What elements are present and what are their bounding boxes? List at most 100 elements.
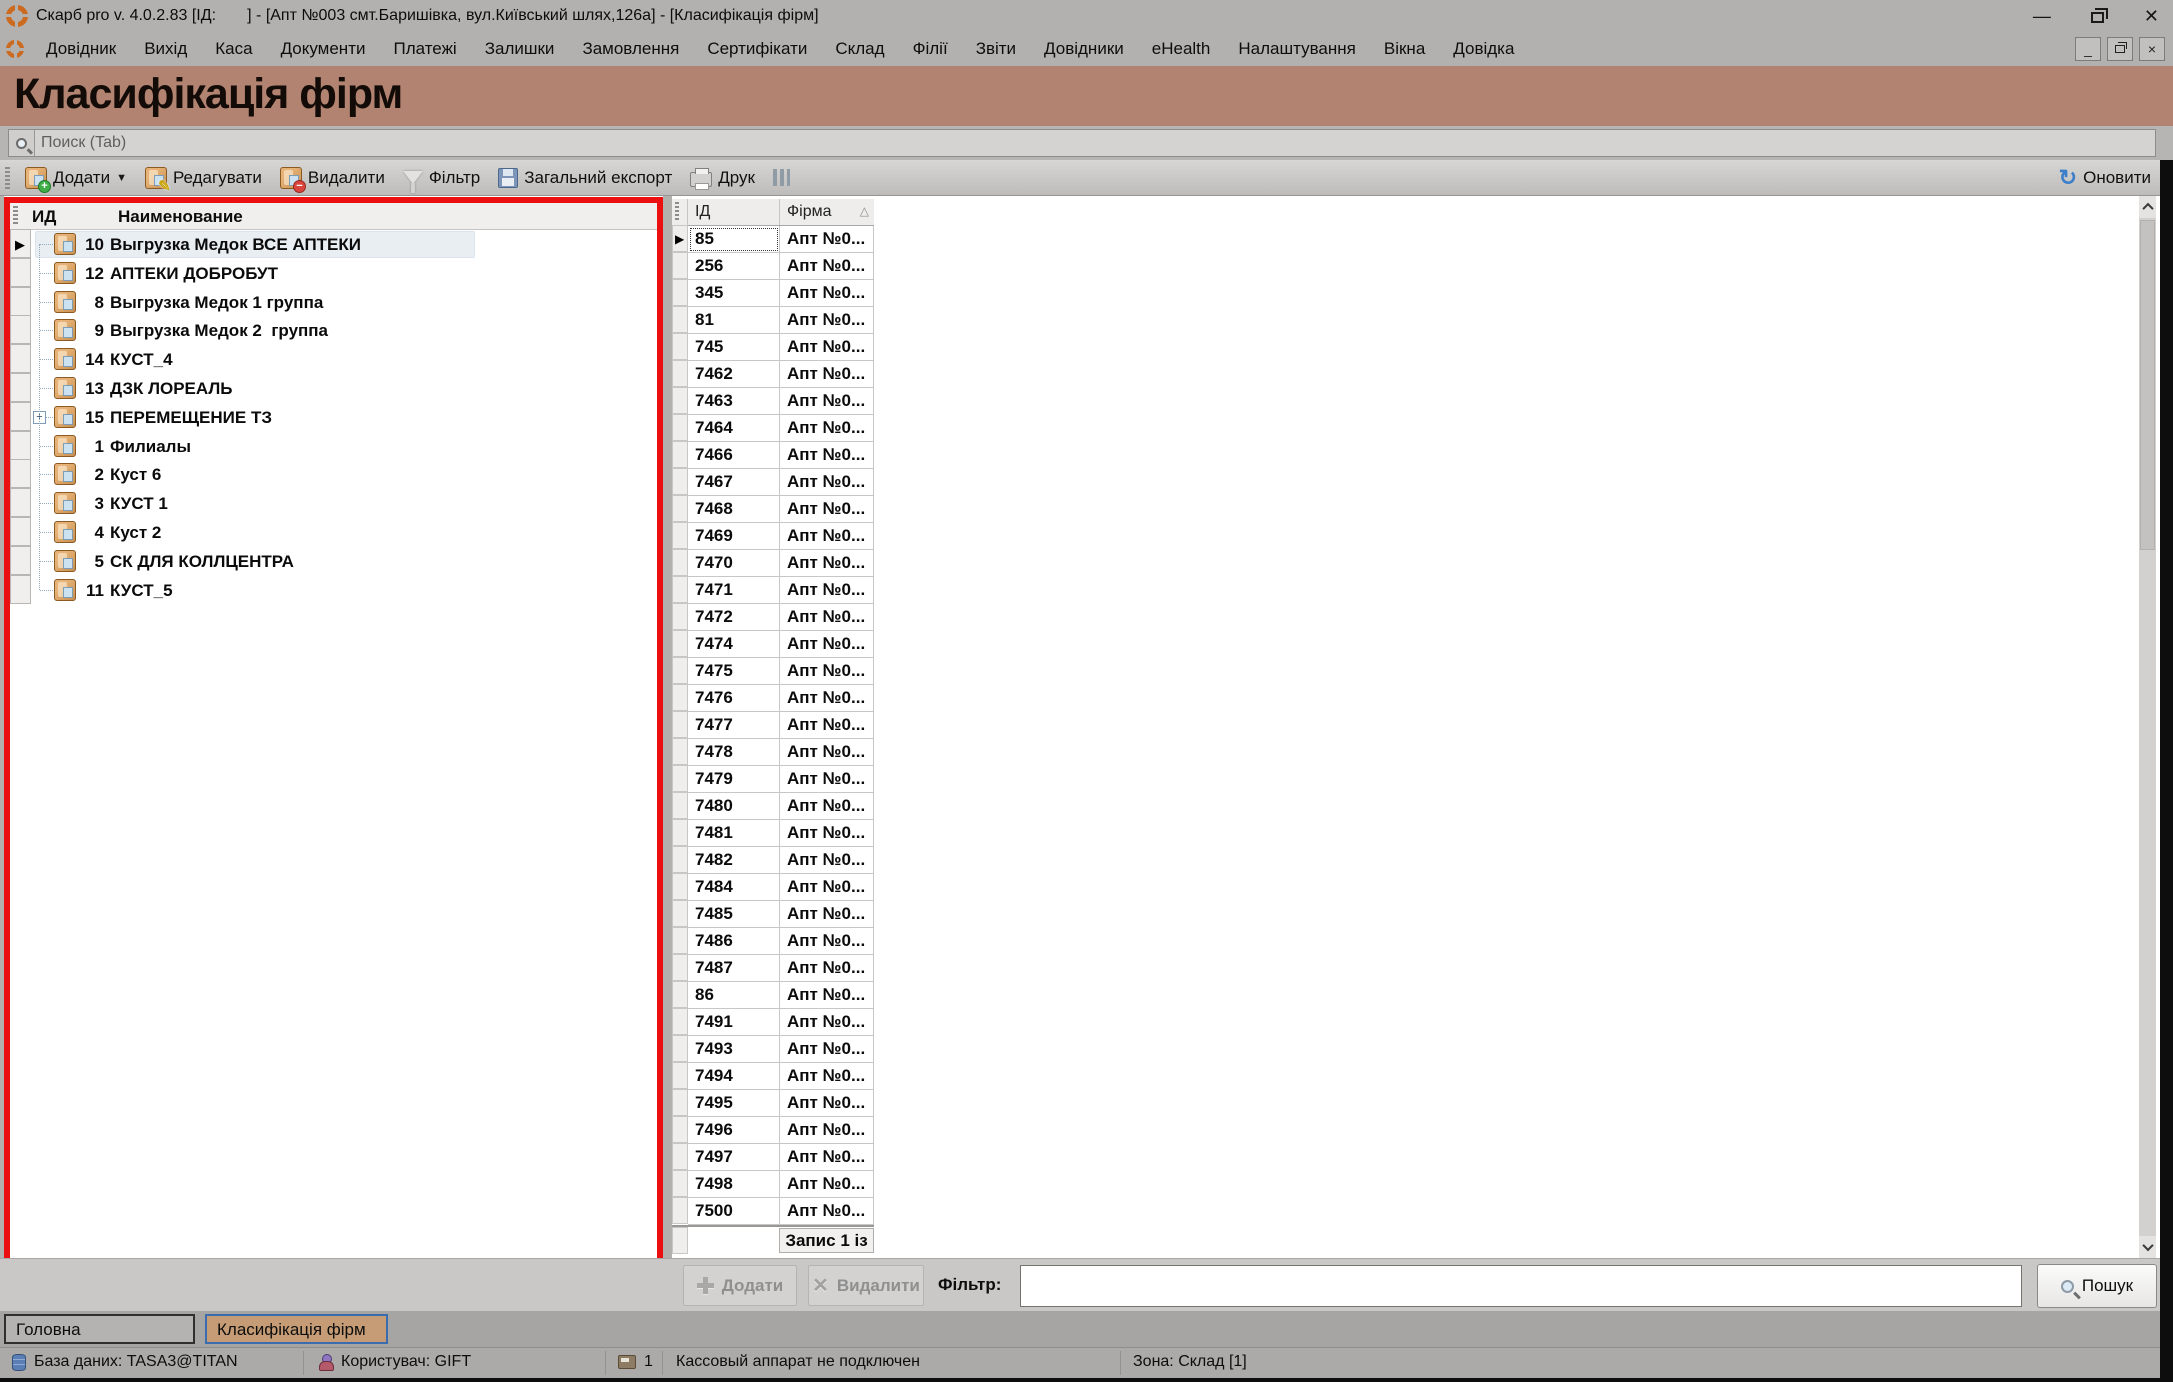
grid-cell-id[interactable]: 7462 (688, 361, 780, 388)
delete-button[interactable]: − Видалити (271, 163, 394, 193)
scroll-down-icon[interactable] (2139, 1236, 2156, 1258)
grid-row[interactable]: 7469Апт №0... (672, 523, 874, 550)
tab-active[interactable]: Класифікація фірм (205, 1314, 388, 1344)
scrollbar-thumb[interactable] (2140, 220, 2155, 550)
grid-row[interactable]: 745Апт №0... (672, 334, 874, 361)
grid-cell-id[interactable]: 7496 (688, 1117, 780, 1144)
grid-row[interactable]: 7484Апт №0... (672, 874, 874, 901)
grid-cell-firm[interactable]: Апт №0... (780, 1009, 874, 1036)
menu-item[interactable]: eHealth (1138, 39, 1225, 59)
menu-item[interactable]: Сертифікати (693, 39, 821, 59)
grid-cell-id[interactable]: 7497 (688, 1144, 780, 1171)
grid-cell-firm[interactable]: Апт №0... (780, 604, 874, 631)
minimize-icon[interactable]: — (2033, 7, 2051, 25)
grid-row[interactable]: 7500Апт №0... (672, 1198, 874, 1225)
grid-cell-id[interactable]: 7464 (688, 415, 780, 442)
grid-cell-firm[interactable]: Апт №0... (780, 280, 874, 307)
grid-cell-id[interactable]: 256 (688, 253, 780, 280)
grid-cell-firm[interactable]: Апт №0... (780, 685, 874, 712)
tree-row[interactable]: 9Выгрузка Медок 2 группа (10, 316, 657, 345)
tree-col-id[interactable]: ИД (32, 207, 56, 227)
grid-cell-firm[interactable]: Апт №0... (780, 658, 874, 685)
menu-item[interactable]: Замовлення (568, 39, 693, 59)
grid-row[interactable]: 86Апт №0... (672, 982, 874, 1009)
menu-item[interactable]: Вікна (1370, 39, 1439, 59)
grid-cell-firm[interactable]: Апт №0... (780, 1036, 874, 1063)
grid-cell-id[interactable]: 7478 (688, 739, 780, 766)
grid-cell-id[interactable]: 7472 (688, 604, 780, 631)
grid-cell-firm[interactable]: Апт №0... (780, 1090, 874, 1117)
tree-row[interactable]: 1Филиалы (10, 432, 657, 461)
grid-cell-id[interactable]: 7469 (688, 523, 780, 550)
grid-cell-firm[interactable]: Апт №0... (780, 469, 874, 496)
grid-row[interactable]: 7474Апт №0... (672, 631, 874, 658)
filter-input[interactable] (1020, 1265, 2022, 1307)
grid-cell-id[interactable]: 7491 (688, 1009, 780, 1036)
grid-cell-firm[interactable]: Апт №0... (780, 901, 874, 928)
grid-cell-firm[interactable]: Апт №0... (780, 874, 874, 901)
grid-cell-firm[interactable]: Апт №0... (780, 523, 874, 550)
tree-header-grip[interactable] (13, 206, 18, 226)
search-input[interactable] (35, 134, 2155, 152)
grid-cell-id[interactable]: 7484 (688, 874, 780, 901)
menu-item[interactable]: Налаштування (1224, 39, 1370, 59)
search-field[interactable] (8, 129, 2156, 157)
grid-row[interactable]: 256Апт №0... (672, 253, 874, 280)
grid-cell-firm[interactable]: Апт №0... (780, 739, 874, 766)
grid-cell-id[interactable]: 7477 (688, 712, 780, 739)
grid-col-id[interactable]: ІД (688, 199, 780, 225)
grid-cell-firm[interactable]: Апт №0... (780, 388, 874, 415)
menu-item[interactable]: Документи (267, 39, 380, 59)
grid-row[interactable]: 7471Апт №0... (672, 577, 874, 604)
grid-cell-id[interactable]: 7463 (688, 388, 780, 415)
grid-cell-id[interactable]: 7475 (688, 658, 780, 685)
grid-row[interactable]: 7475Апт №0... (672, 658, 874, 685)
grid-cell-id[interactable]: 7486 (688, 928, 780, 955)
tree-row[interactable]: 2Куст 6 (10, 460, 657, 489)
grid-cell-firm[interactable]: Апт №0... (780, 982, 874, 1009)
menu-item[interactable]: Склад (821, 39, 898, 59)
grid-row[interactable]: 7482Апт №0... (672, 847, 874, 874)
grid-row[interactable]: 7472Апт №0... (672, 604, 874, 631)
grid-row[interactable]: 7464Апт №0... (672, 415, 874, 442)
tree-row[interactable]: +15ПЕРЕМЕЩЕНИЕ ТЗ (10, 403, 657, 432)
menu-item[interactable]: Довідник (32, 39, 130, 59)
grid-row[interactable]: 7494Апт №0... (672, 1063, 874, 1090)
grid-cell-id[interactable]: 7485 (688, 901, 780, 928)
search-button[interactable]: Пошук (2037, 1264, 2157, 1308)
grid-cell-firm[interactable]: Апт №0... (780, 631, 874, 658)
mdi-minimize-icon[interactable]: _ (2075, 37, 2101, 61)
grid-add-button[interactable]: Додати (683, 1265, 797, 1306)
restore-icon[interactable] (2091, 12, 2104, 23)
grid-cell-id[interactable]: 7466 (688, 442, 780, 469)
close-icon[interactable]: ✕ (2144, 7, 2159, 25)
grid-row[interactable]: 7487Апт №0... (672, 955, 874, 982)
tree-col-name[interactable]: Наименование (118, 207, 243, 227)
grid-cell-id[interactable]: 81 (688, 307, 780, 334)
grid-cell-firm[interactable]: Апт №0... (780, 955, 874, 982)
grid-cell-id[interactable]: 7476 (688, 685, 780, 712)
grid-cell-id[interactable]: 345 (688, 280, 780, 307)
grid-col-firm[interactable]: Фірма△ (780, 199, 874, 225)
grid-row[interactable]: 7478Апт №0... (672, 739, 874, 766)
menu-item[interactable]: Довідка (1439, 39, 1528, 59)
grid-row[interactable]: 7467Апт №0... (672, 469, 874, 496)
grid-row[interactable]: ▶85Апт №0... (672, 226, 874, 253)
menu-item[interactable]: Вихід (130, 39, 201, 59)
grid-row[interactable]: 7476Апт №0... (672, 685, 874, 712)
tree-row[interactable]: 14КУСТ_4 (10, 345, 657, 374)
grid-row[interactable]: 7470Апт №0... (672, 550, 874, 577)
menu-item[interactable]: Каса (201, 39, 266, 59)
grid-header-grip[interactable] (675, 202, 679, 222)
grid-cell-firm[interactable]: Апт №0... (780, 1198, 874, 1225)
grid-cell-id[interactable]: 7474 (688, 631, 780, 658)
tree-row[interactable]: 8Выгрузка Медок 1 группа (10, 288, 657, 317)
grid-cell-id[interactable]: 7480 (688, 793, 780, 820)
grid-delete-button[interactable]: ✕ Видалити (808, 1265, 924, 1306)
grid-cell-firm[interactable]: Апт №0... (780, 361, 874, 388)
toolbar-grip[interactable] (5, 167, 10, 189)
grid-row[interactable]: 7495Апт №0... (672, 1090, 874, 1117)
menu-item[interactable]: Платежі (379, 39, 470, 59)
grid-row[interactable]: 7466Апт №0... (672, 442, 874, 469)
mdi-close-icon[interactable]: × (2139, 37, 2165, 61)
